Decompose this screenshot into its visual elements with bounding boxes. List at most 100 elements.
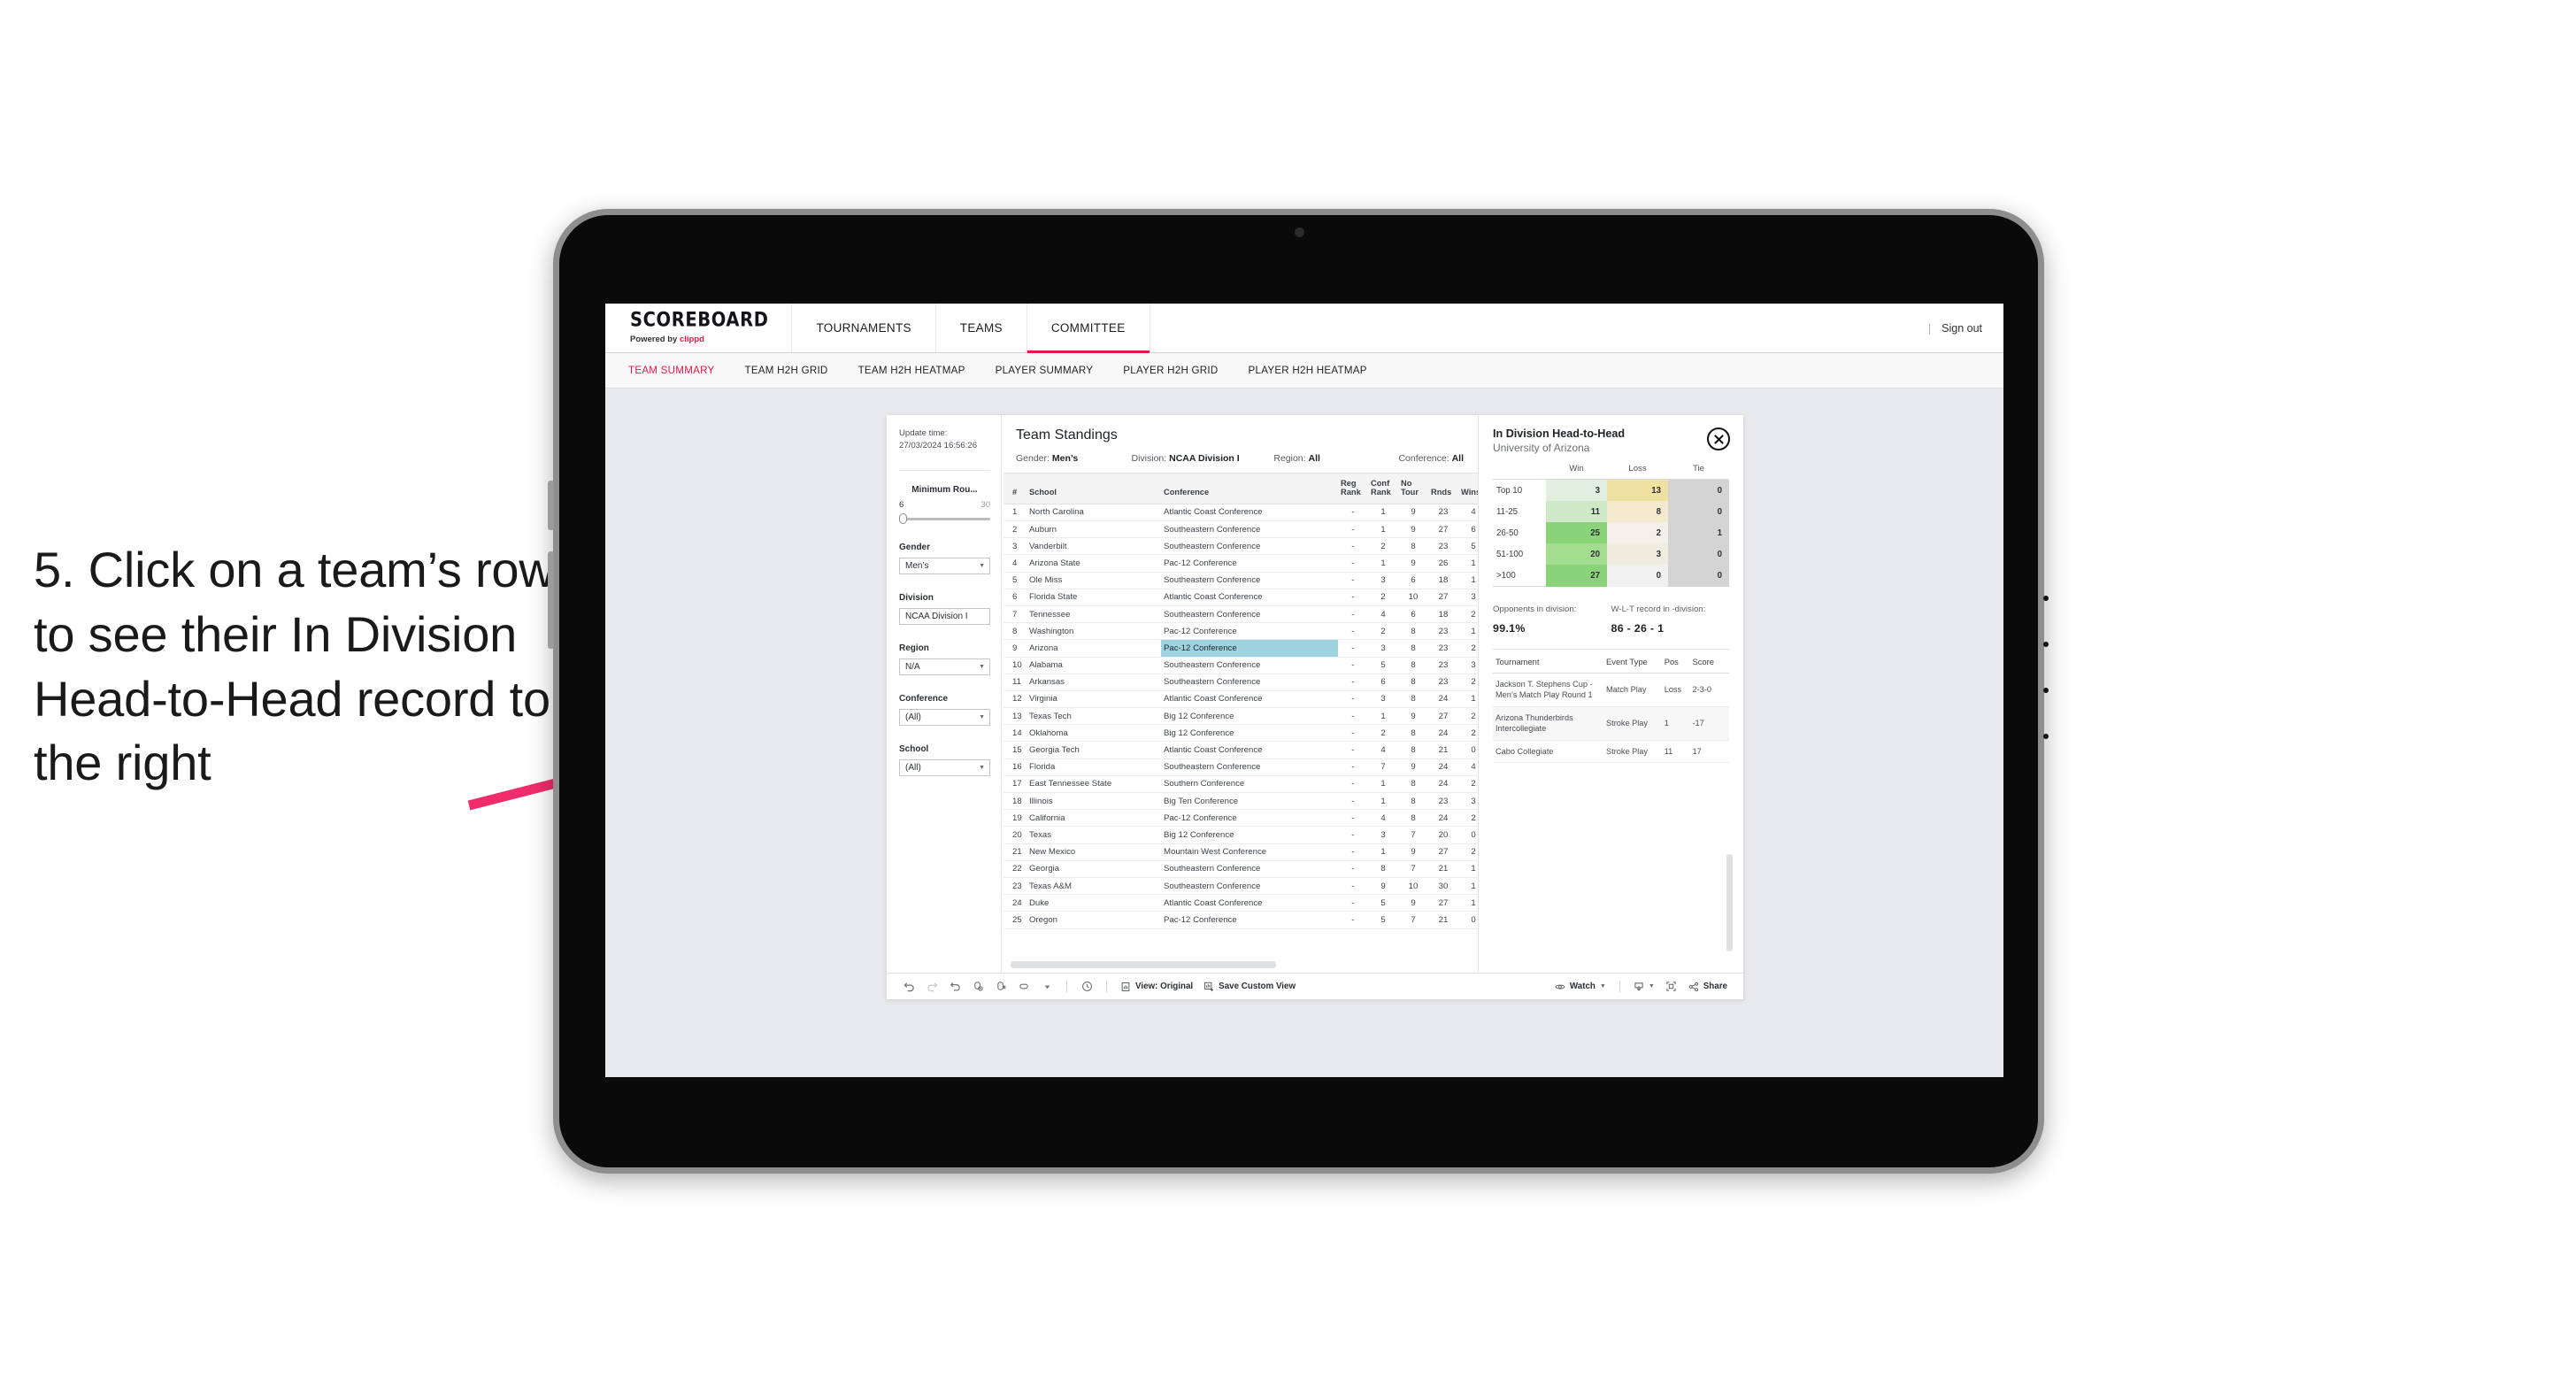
school-select[interactable]: (All) ▼ (899, 758, 990, 776)
meta-region-value: All (1308, 453, 1320, 464)
col-conf-rank[interactable]: Conf Rank (1368, 473, 1398, 504)
table-row[interactable]: 19 California Pac-12 Conference -4 8 24 2 (1003, 809, 1478, 828)
table-row[interactable]: 11 Arkansas Southeastern Conference -6 8 23 2 (1003, 674, 1478, 691)
tab-team-h2h-grid[interactable]: TEAM H2H GRID (744, 365, 827, 376)
view-original-button[interactable]: View: Original (1115, 982, 1198, 992)
cell-conf-rank: 3 (1368, 639, 1398, 658)
cell-reg-rank: - (1338, 724, 1368, 743)
table-row[interactable]: 15 Georgia Tech Atlantic Coast Conference -… (1003, 741, 1478, 759)
min-rounds-slider[interactable] (899, 512, 990, 524)
cell-reg-rank: - (1338, 775, 1368, 794)
table-row[interactable]: 13 Texas Tech Big 12 Conference -1 9 27 2 (1003, 707, 1478, 726)
col-reg-rank[interactable]: Reg Rank (1338, 473, 1368, 504)
col-no-tour[interactable]: No Tour (1398, 473, 1428, 504)
col-conference[interactable]: Conference (1161, 473, 1338, 504)
table-row[interactable]: 5 Ole Miss Southeastern Conference -3 6 18 1 (1003, 572, 1478, 589)
chevron-down-icon[interactable] (1035, 977, 1058, 997)
horizontal-scrollbar[interactable] (1011, 961, 1276, 968)
matrix-row: 11-25 11 8 0 (1493, 501, 1729, 522)
cell-no-tour: 8 (1398, 690, 1428, 709)
table-row[interactable]: 10 Alabama Southeastern Conference -5 8 23 3 (1003, 657, 1478, 674)
nav-item-teams[interactable]: TEAMS (936, 304, 1027, 352)
cell-rank: 3 (1003, 537, 1027, 556)
region-select[interactable]: N/A ▼ (899, 658, 990, 675)
tab-team-summary[interactable]: TEAM SUMMARY (628, 365, 714, 376)
undo-icon[interactable] (897, 977, 920, 997)
table-row[interactable]: 18 Illinois Big Ten Conference -1 8 23 3 (1003, 792, 1478, 811)
cell-reg-rank: - (1338, 622, 1368, 641)
table-row[interactable]: 25 Oregon Pac-12 Conference -5 7 21 0 (1003, 911, 1478, 929)
table-row[interactable]: 24 Duke Atlantic Coast Conference -5 9 27 1 (1003, 894, 1478, 912)
clock-icon[interactable] (1075, 977, 1098, 997)
standings-meta: Gender: Men’s Division: NCAA Division I … (1016, 453, 1464, 464)
nav-item-tournaments[interactable]: TOURNAMENTS (792, 304, 936, 352)
table-row[interactable]: 1 North Carolina Atlantic Coast Conference… (1003, 504, 1478, 522)
tour-row[interactable]: Arizona Thunderbirds Intercollegiate Stro… (1493, 706, 1729, 741)
h2h-vertical-scrollbar[interactable] (1726, 854, 1733, 951)
table-row[interactable]: 12 Virginia Atlantic Coast Conference -3 8 24… (1003, 690, 1478, 709)
redo-icon[interactable] (920, 977, 943, 997)
col-wins[interactable]: Wins (1458, 473, 1478, 504)
table-row[interactable]: 23 Texas A&M Southeastern Conference -9 10 30… (1003, 877, 1478, 896)
cell-rnds: 27 (1428, 520, 1458, 539)
cell-conference: Big 12 Conference (1161, 826, 1338, 844)
cell-reg-rank: - (1338, 792, 1368, 811)
brand-logo[interactable]: SCOREBOARD Powered by clippd (605, 304, 793, 352)
table-row[interactable]: 9 Arizona Pac-12 Conference -3 8 23 2 (1003, 639, 1478, 658)
table-row[interactable]: 6 Florida State Atlantic Coast Conference -… (1003, 589, 1478, 606)
table-row[interactable]: 8 Washington Pac-12 Conference -2 8 23 1 (1003, 622, 1478, 641)
zoom-icon[interactable] (1012, 977, 1035, 997)
tab-player-h2h-grid[interactable]: PLAYER H2H GRID (1123, 365, 1218, 376)
table-row[interactable]: 20 Texas Big 12 Conference -3 7 20 0 (1003, 826, 1478, 844)
standings-table-wrapper[interactable]: # School Conference Reg Rank Conf Rank N… (1002, 473, 1478, 973)
nav-item-committee[interactable]: COMMITTEE (1027, 304, 1150, 353)
chevron-down-icon: ▼ (979, 764, 985, 771)
col-rnds[interactable]: Rnds (1428, 473, 1458, 504)
table-row[interactable]: 2 Auburn Southeastern Conference -1 9 27 6 (1003, 520, 1478, 539)
tab-player-summary[interactable]: PLAYER SUMMARY (996, 365, 1094, 376)
col-school[interactable]: School (1027, 473, 1161, 504)
tour-pos: Loss (1661, 673, 1690, 707)
watch-button[interactable]: Watch ▼ (1549, 982, 1611, 992)
table-row[interactable]: 3 Vanderbilt Southeastern Conference -2 8 23 5 (1003, 537, 1478, 556)
meta-conference-label: Conference: (1398, 453, 1449, 464)
gender-select[interactable]: Men’s ▼ (899, 557, 990, 574)
close-icon[interactable] (1707, 427, 1730, 450)
table-row[interactable]: 16 Florida Southeastern Conference -7 9 24 4 (1003, 758, 1478, 776)
tour-row[interactable]: Cabo Collegiate Stroke Play 11 17 (1493, 740, 1729, 764)
pause-icon[interactable] (989, 977, 1012, 997)
table-row[interactable]: 4 Arizona State Pac-12 Conference -1 9 26 1 (1003, 554, 1478, 573)
tour-row[interactable]: Jackson T. Stephens Cup - Men’s Match Pl… (1493, 673, 1729, 707)
table-row[interactable]: 14 Oklahoma Big 12 Conference -2 8 24 2 (1003, 724, 1478, 743)
revert-icon[interactable] (943, 977, 966, 997)
save-custom-view-button[interactable]: Save Custom View (1198, 982, 1301, 992)
slider-handle[interactable] (899, 512, 907, 524)
share-button[interactable]: Share (1683, 982, 1733, 992)
h2h-title: In Division Head-to-Head (1493, 427, 1626, 440)
tab-player-h2h-heatmap[interactable]: PLAYER H2H HEATMAP (1249, 365, 1367, 376)
table-row[interactable]: 22 Georgia Southeastern Conference -8 7 21 1 (1003, 860, 1478, 878)
table-row[interactable]: 7 Tennessee Southeastern Conference -4 6 18 2 (1003, 605, 1478, 624)
cell-conference: Pac-12 Conference (1161, 809, 1338, 828)
update-time-block: Update time: 27/03/2024 16:56:26 (899, 427, 990, 452)
matrix-cell-win: 3 (1546, 479, 1607, 501)
matrix-cell-loss: 8 (1607, 501, 1668, 522)
download-button[interactable]: ▼ (1628, 982, 1660, 992)
sign-out-link[interactable]: Sign out (1942, 322, 1982, 335)
division-select[interactable]: NCAA Division I (899, 607, 990, 625)
tab-team-h2h-heatmap[interactable]: TEAM H2H HEATMAP (858, 365, 965, 376)
cell-conf-rank: 5 (1368, 894, 1398, 912)
fullscreen-icon[interactable] (1660, 977, 1683, 997)
cell-conf-rank: 2 (1368, 724, 1398, 743)
top-navigation-bar: SCOREBOARD Powered by clippd TOURNAMENTS… (605, 304, 2003, 353)
col-score: Score (1689, 657, 1729, 674)
table-row[interactable]: 17 East Tennessee State Southern Conferenc… (1003, 775, 1478, 794)
refresh-icon[interactable] (966, 977, 989, 997)
table-row[interactable]: 21 New Mexico Mountain West Conference -1 9 2… (1003, 843, 1478, 861)
cell-reg-rank: - (1338, 537, 1368, 556)
conference-select[interactable]: (All) ▼ (899, 708, 990, 726)
tour-score: -17 (1689, 706, 1729, 741)
matrix-cell-tie: 1 (1668, 522, 1729, 543)
col-rank[interactable]: # (1003, 473, 1027, 504)
signout-divider: | (1927, 321, 1932, 335)
